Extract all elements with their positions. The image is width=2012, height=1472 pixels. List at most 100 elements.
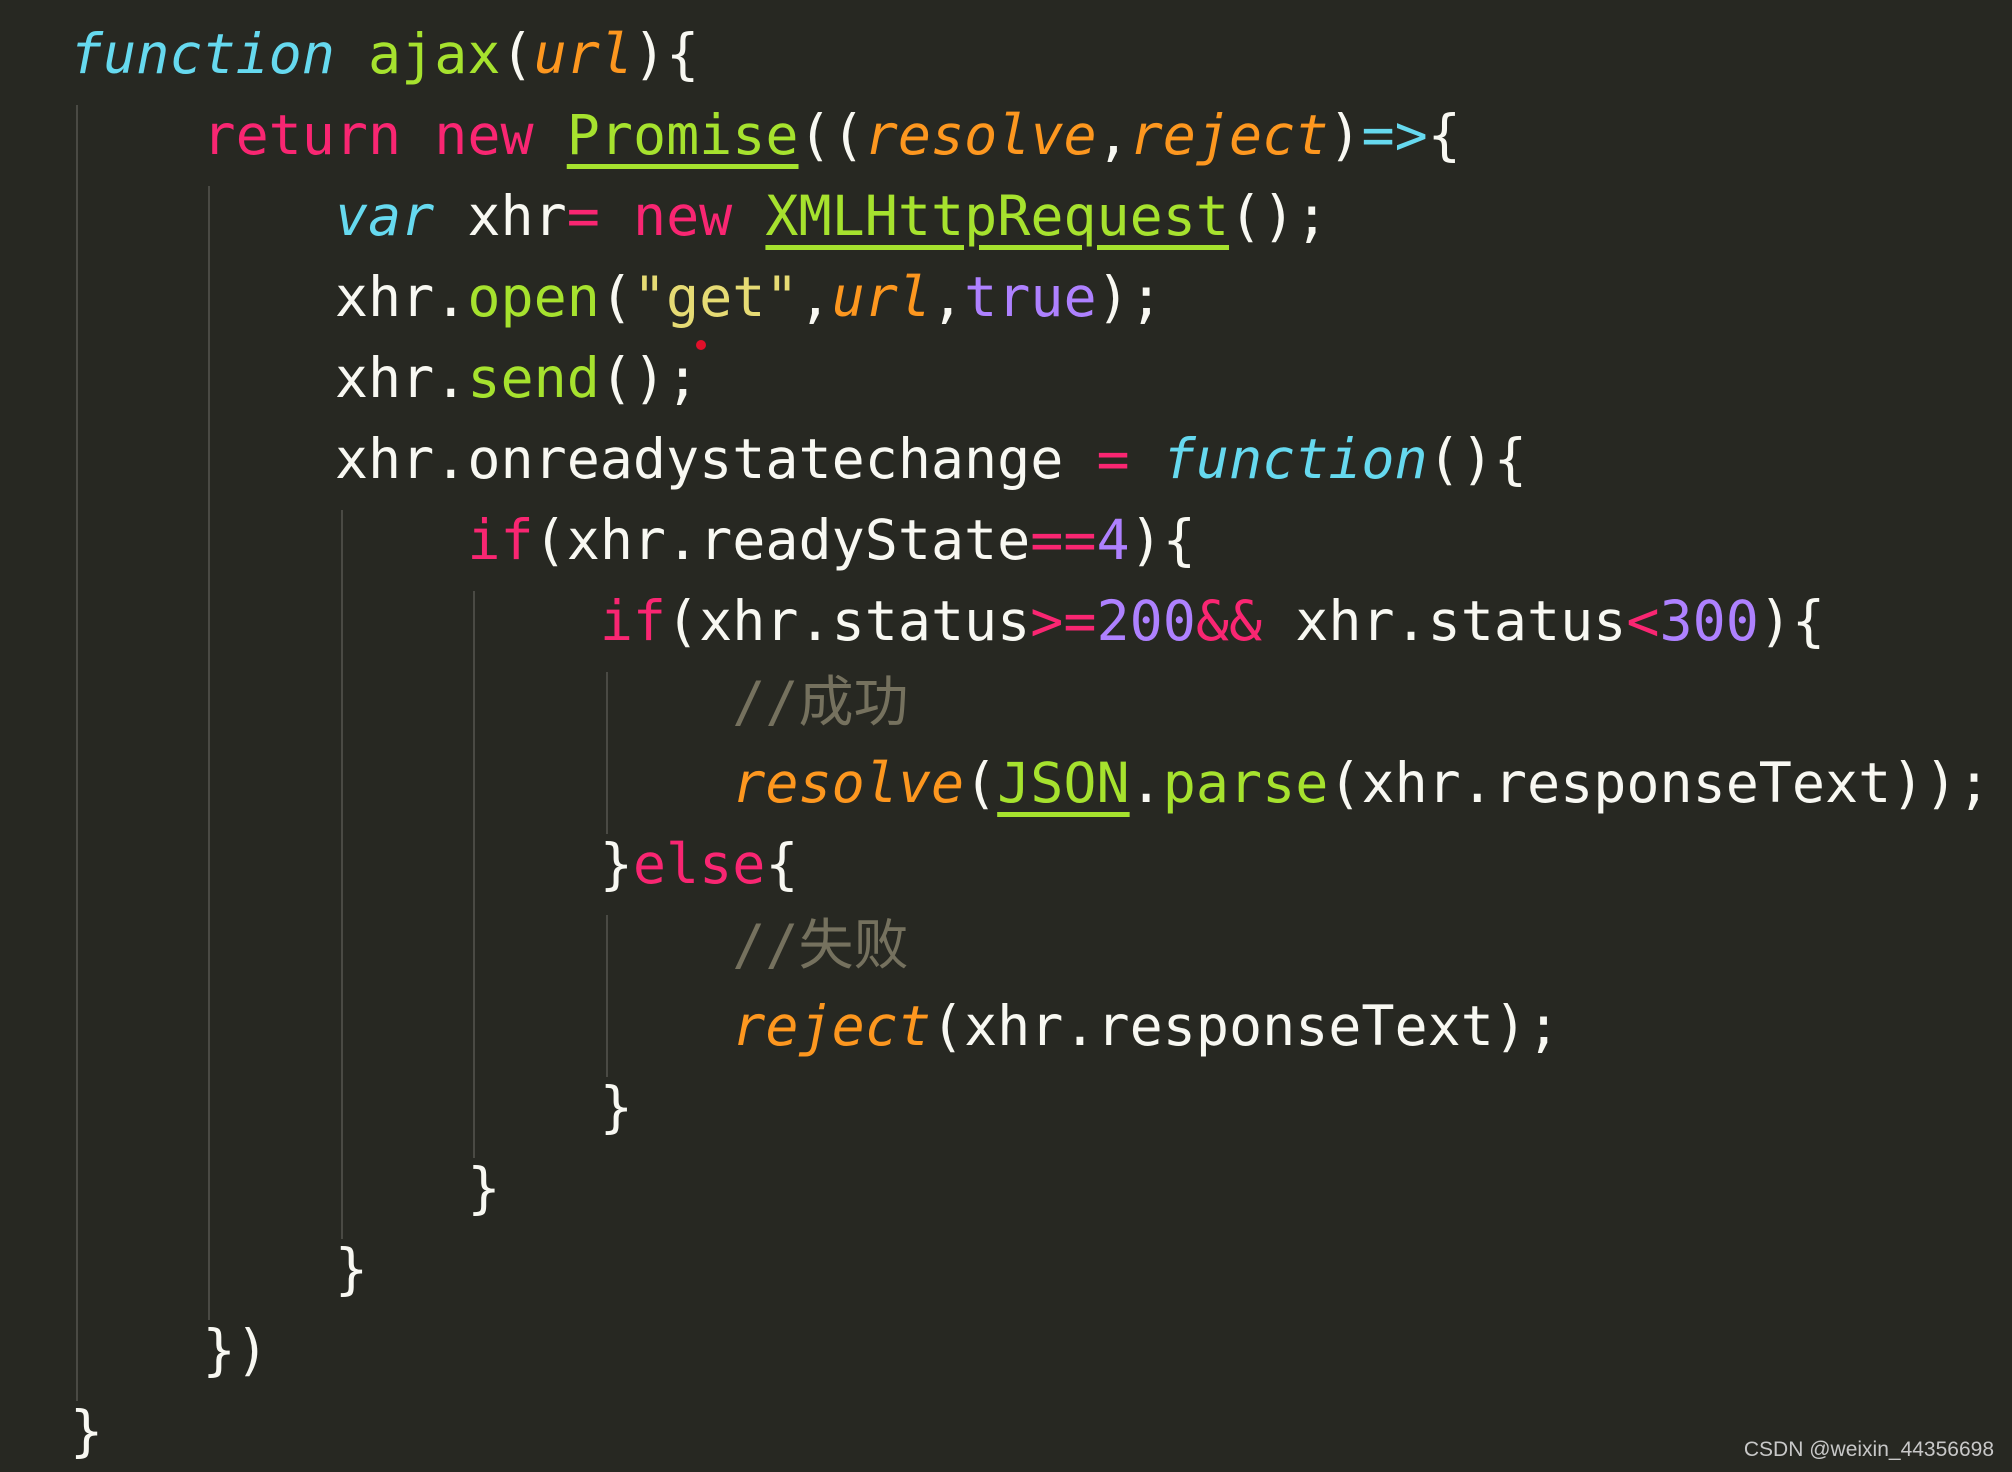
code-line[interactable]: return new Promise((resolve,reject)=>{ [70,95,1991,176]
code-token: reject [1129,103,1329,167]
code-token: => [1361,103,1428,167]
code-token: < [1626,589,1660,653]
code-token: resolve [732,751,965,815]
code-token: , [798,265,832,329]
code-token: //失败 [732,913,909,977]
code-token: (xhr.responseText)); [1328,751,1991,815]
code-token: (); [1229,184,1329,248]
code-line[interactable]: xhr.send(); [70,338,1991,419]
code-token: { [1427,103,1461,167]
code-token: XMLHttpRequest [765,184,1230,248]
code-token: reject [732,994,931,1058]
watermark: CSDN @weixin_44356698 [1743,1438,1994,1461]
code-token: xhr.status [1262,589,1627,653]
code-token: parse [1162,751,1329,815]
code-editor[interactable]: function ajax(url){ return new Promise((… [70,14,1991,1472]
code-token: ( [599,265,633,329]
code-token: else [632,832,766,896]
breakpoint-marker [696,340,706,350]
code-token: 200 [1096,589,1196,653]
code-token: } [70,1075,633,1139]
code-line[interactable]: var xhr= new XMLHttpRequest(); [70,176,1991,257]
code-token: 300 [1659,589,1759,653]
code-line[interactable]: } [70,1229,1991,1310]
code-token: } [70,832,633,896]
code-line[interactable]: }) [70,1310,1991,1391]
code-token: xhr.onreadystatechange [70,427,1097,491]
code-line[interactable]: xhr.open("get",url,true); [70,257,1991,338]
code-token: . [1129,751,1163,815]
code-token: resolve [864,103,1097,167]
code-token: xhr [434,184,567,248]
indent-guide [76,105,78,1401]
code-token: var [334,184,435,248]
code-line[interactable]: //失败 [70,905,1991,986]
code-line[interactable]: if(xhr.readyState==4){ [70,500,1991,581]
code-token: xhr. [70,346,468,410]
code-token: new [434,103,534,167]
code-token: = [1096,427,1130,491]
code-token: send [467,346,600,410]
indent-guide [473,591,476,1158]
code-token: ) [1328,103,1362,167]
code-token: ( [500,22,534,86]
code-line[interactable]: resolve(JSON.parse(xhr.responseText)); [70,743,1991,824]
code-token: (xhr.responseText); [930,994,1561,1058]
code-line[interactable]: if(xhr.status>=200&& xhr.status<300){ [70,581,1991,662]
code-token: ){ [632,22,700,86]
code-token: { [765,832,799,896]
code-token: function [1162,427,1428,491]
code-token: && [1195,589,1263,653]
code-line[interactable]: //成功 [70,662,1991,743]
code-token: , [1096,103,1130,167]
code-token: ); [1096,265,1163,329]
code-token: } [70,1237,369,1301]
code-token: (xhr.status [666,589,1031,653]
indent-guide [605,915,608,1077]
code-line[interactable]: }else{ [70,824,1991,905]
code-token: new [632,184,733,248]
code-token: if [467,508,534,572]
code-token: (xhr.readyState [533,508,1031,572]
code-token: (); [599,346,700,410]
code-line[interactable]: } [70,1391,1991,1472]
code-token: } [70,1399,104,1463]
code-token: ){ [1758,589,1826,653]
code-line[interactable]: } [70,1067,1991,1148]
code-token: return [202,103,402,167]
code-token: true [964,265,1097,329]
code-token: == [1030,508,1097,572]
code-token: JSON [997,751,1130,815]
indent-guide [208,186,211,1320]
code-line[interactable]: } [70,1148,1991,1229]
code-token: //成功 [732,670,909,734]
code-token: , [930,265,965,329]
code-token: function [70,22,335,86]
code-token: xhr. [70,265,468,329]
code-line[interactable]: function ajax(url){ [70,14,1991,95]
code-token: >= [1030,589,1097,653]
code-token: } [70,1156,501,1220]
indent-guide [605,672,608,834]
code-token: url [831,265,931,329]
code-token: url [533,22,633,86]
code-token: = [566,184,600,248]
code-line[interactable]: xhr.onreadystatechange = function(){ [70,419,1991,500]
code-token: ajax [368,22,501,86]
code-token: "get" [632,265,799,329]
code-token: 4 [1096,508,1130,572]
code-line[interactable]: reject(xhr.responseText); [70,986,1991,1067]
